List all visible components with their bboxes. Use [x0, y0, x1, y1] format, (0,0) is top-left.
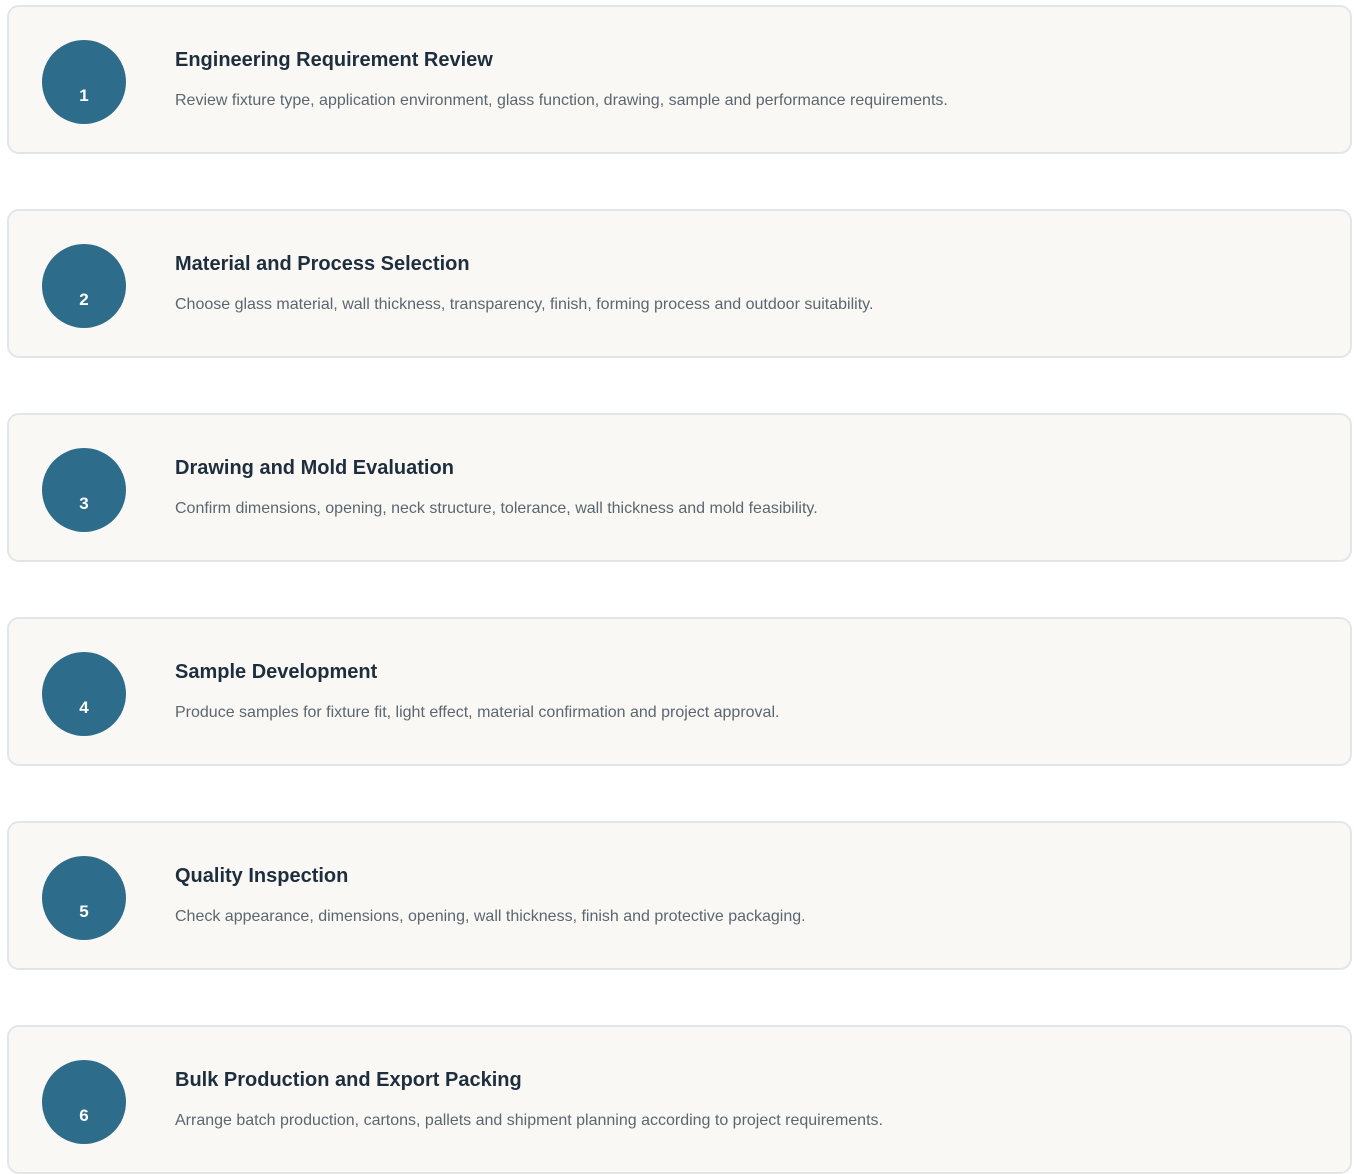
step-number-badge: 5	[42, 856, 126, 940]
step-title: Sample Development	[175, 661, 378, 683]
step-title: Engineering Requirement Review	[175, 49, 493, 71]
step-number-badge: 3	[42, 448, 126, 532]
step-number-badge: 4	[42, 652, 126, 736]
step-description: Arrange batch production, cartons, palle…	[175, 1112, 883, 1129]
step-description: Review fixture type, application environ…	[175, 92, 948, 109]
step-description: Check appearance, dimensions, opening, w…	[175, 908, 806, 925]
step-title: Bulk Production and Export Packing	[175, 1069, 522, 1091]
step-number-badge: 1	[42, 40, 126, 124]
step-number-badge: 6	[42, 1060, 126, 1144]
step-description: Confirm dimensions, opening, neck struct…	[175, 500, 818, 517]
step-title: Material and Process Selection	[175, 253, 470, 275]
process-step-card: 2 Material and Process Selection Choose …	[7, 209, 1352, 358]
process-step-card: 5 Quality Inspection Check appearance, d…	[7, 821, 1352, 970]
process-step-card: 1 Engineering Requirement Review Review …	[7, 5, 1352, 154]
process-step-card: 3 Drawing and Mold Evaluation Confirm di…	[7, 413, 1352, 562]
step-title: Drawing and Mold Evaluation	[175, 457, 454, 479]
step-title: Quality Inspection	[175, 865, 349, 887]
step-number-badge: 2	[42, 244, 126, 328]
step-description: Produce samples for fixture fit, light e…	[175, 704, 780, 721]
process-step-card: 4 Sample Development Produce samples for…	[7, 617, 1352, 766]
step-description: Choose glass material, wall thickness, t…	[175, 296, 874, 313]
process-step-card: 6 Bulk Production and Export Packing Arr…	[7, 1025, 1352, 1174]
